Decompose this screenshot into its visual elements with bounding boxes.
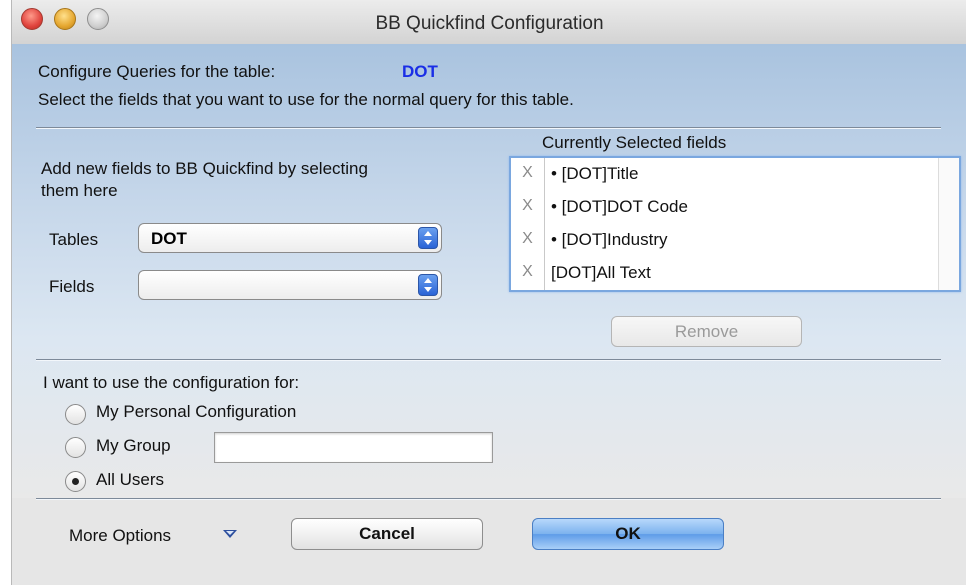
- list-item[interactable]: X • [DOT]Industry: [511, 224, 959, 256]
- title-bar: BB Quickfind Configuration: [12, 0, 966, 45]
- radio-my-group[interactable]: [65, 437, 86, 458]
- separator-top: [36, 127, 941, 129]
- list-item[interactable]: X [DOT]All Text: [511, 257, 959, 289]
- cancel-button[interactable]: Cancel: [291, 518, 483, 550]
- window-title: BB Quickfind Configuration: [375, 13, 604, 34]
- remove-x-icon[interactable]: X: [511, 197, 544, 215]
- remove-x-icon[interactable]: X: [511, 230, 544, 248]
- radio-personal-configuration-label: My Personal Configuration: [96, 402, 297, 421]
- usage-label: I want to use the configuration for:: [43, 373, 300, 392]
- add-fields-text-line2: them here: [41, 181, 118, 200]
- tables-select-value: DOT: [151, 229, 187, 248]
- radio-selected-dot-icon: [72, 478, 79, 485]
- selected-fields-list[interactable]: X • [DOT]Title X • [DOT]DOT Code X • [DO…: [509, 156, 961, 292]
- tables-label: Tables: [49, 230, 99, 249]
- group-name-input[interactable]: [214, 432, 493, 463]
- separator-middle: [36, 359, 941, 361]
- radio-all-users-label: All Users: [96, 470, 165, 489]
- tables-select[interactable]: DOT: [138, 223, 442, 253]
- remove-x-icon[interactable]: X: [511, 164, 544, 182]
- list-item-label: • [DOT]Title: [551, 164, 639, 183]
- list-item[interactable]: X • [DOT]DOT Code: [511, 191, 959, 223]
- radio-all-users[interactable]: [65, 471, 86, 492]
- remove-button[interactable]: Remove: [611, 316, 802, 347]
- radio-my-group-label: My Group: [96, 436, 171, 455]
- remove-x-icon[interactable]: X: [511, 263, 544, 281]
- list-item-label: • [DOT]DOT Code: [551, 197, 688, 216]
- separator-bottom: [36, 498, 941, 500]
- configure-label: Configure Queries for the table:: [38, 62, 276, 81]
- ok-button[interactable]: OK: [532, 518, 724, 550]
- dialog-window: BB Quickfind Configuration Configure Que…: [11, 0, 966, 585]
- list-item[interactable]: X • [DOT]Title: [511, 158, 959, 190]
- radio-personal-configuration[interactable]: [65, 404, 86, 425]
- selected-fields-title: Currently Selected fields: [542, 133, 727, 152]
- fields-select[interactable]: [138, 270, 442, 300]
- list-item-label: [DOT]All Text: [551, 263, 651, 282]
- add-fields-text-line1: Add new fields to BB Quickfind by select…: [41, 159, 368, 178]
- table-name-label: DOT: [402, 62, 438, 81]
- instruction-text: Select the fields that you want to use f…: [38, 90, 574, 109]
- fields-label: Fields: [49, 277, 95, 296]
- list-item-label: • [DOT]Industry: [551, 230, 668, 249]
- select-arrows-icon: [418, 274, 438, 296]
- disclosure-triangle-icon[interactable]: [223, 530, 237, 538]
- more-options-label[interactable]: More Options: [69, 526, 171, 546]
- select-arrows-icon: [418, 227, 438, 249]
